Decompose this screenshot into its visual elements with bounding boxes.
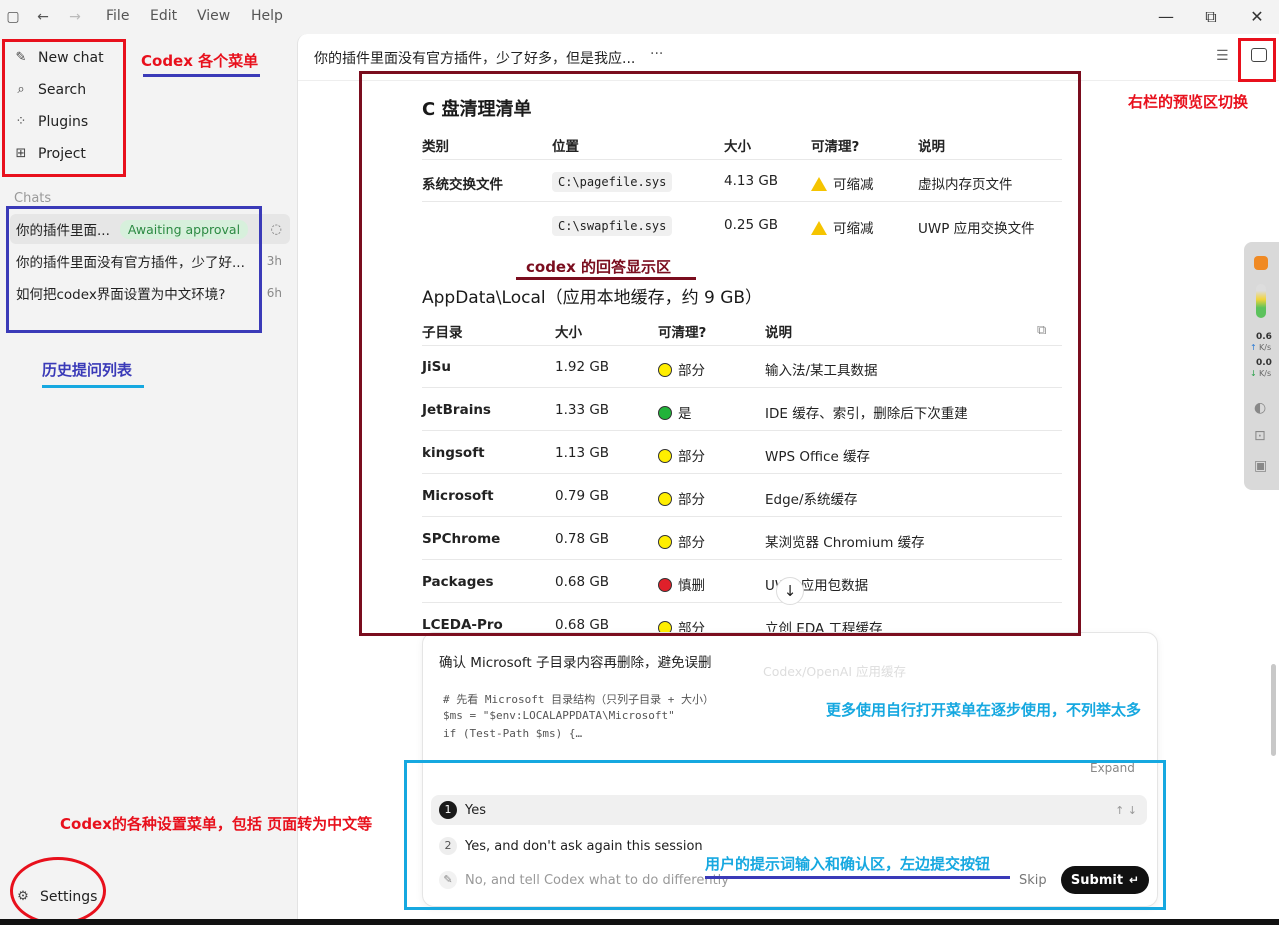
upload-arrow-icon: ↑ xyxy=(1250,343,1257,352)
annotation-menus: Codex 各个菜单 xyxy=(141,52,259,70)
menu-edit[interactable]: Edit xyxy=(150,8,177,24)
ghost-text: Codex/OpenAI 应用缓存 xyxy=(763,664,906,679)
annotation-underline xyxy=(705,876,1010,879)
screenshot-icon[interactable]: ▣ xyxy=(1254,458,1267,474)
app-icon[interactable] xyxy=(1254,256,1268,270)
annotation-settings: Codex的各种设置菜单，包括 页面转为中文等 xyxy=(60,815,373,833)
menu-help[interactable]: Help xyxy=(251,8,283,24)
chats-header: Chats xyxy=(14,191,52,206)
taskbar-edge xyxy=(0,919,1279,925)
annotation-circle-settings xyxy=(10,857,106,925)
crop-icon[interactable]: ⊡ xyxy=(1254,428,1266,444)
annotation-box-input xyxy=(404,760,1166,910)
battery-gauge-icon xyxy=(1256,284,1266,318)
widget-tool-icon[interactable]: ◐ xyxy=(1254,400,1266,416)
restore-button[interactable]: ⧉ xyxy=(1200,6,1222,28)
download-arrow-icon: ↓ xyxy=(1250,369,1257,378)
close-button[interactable]: ✕ xyxy=(1246,6,1268,28)
annotation-preview: 右栏的预览区切换 xyxy=(1128,93,1249,111)
code-line: # 先看 Microsoft 目录结构（只列子目录 + 大小） xyxy=(443,693,714,706)
loading-spinner-icon: ◌ xyxy=(270,221,282,237)
back-arrow-icon[interactable]: ← xyxy=(34,8,52,26)
upload-unit: K/s xyxy=(1259,343,1272,352)
system-monitor-widget: 0.6 ↑ K/s 0.0 ↓ K/s ◐ ⊡ ▣ xyxy=(1244,242,1279,490)
chat-title-header: 你的插件里面没有官方插件，少了好多，但是我应... xyxy=(314,51,636,67)
sidebar-toggle-icon[interactable]: ▢ xyxy=(4,8,22,26)
annotation-history: 历史提问列表 xyxy=(42,361,133,379)
code-line: $ms = "$env:LOCALAPPDATA\Microsoft" xyxy=(443,709,675,722)
annotation-answer: codex 的回答显示区 xyxy=(526,258,672,276)
menu-view[interactable]: View xyxy=(197,8,230,24)
annotation-underline xyxy=(143,74,260,77)
menu-file[interactable]: File xyxy=(106,8,129,24)
card-title: 确认 Microsoft 子目录内容再删除，避免误删 xyxy=(439,655,712,671)
annotation-underline xyxy=(42,385,144,388)
annotation-box-preview xyxy=(1238,38,1276,82)
upload-speed: 0.6 xyxy=(1256,332,1272,342)
annotation-box-history xyxy=(6,206,262,333)
annotation-more-menus: 更多使用自行打开菜单在逐步使用，不列举太多 xyxy=(826,701,1142,719)
chat-time: 6h xyxy=(266,286,282,300)
scrollbar-thumb[interactable] xyxy=(1271,664,1276,756)
more-options-button[interactable]: ··· xyxy=(650,46,663,62)
download-speed: 0.0 xyxy=(1256,358,1272,368)
forward-arrow-icon[interactable]: → xyxy=(66,8,84,26)
checklist-icon[interactable]: ☰ xyxy=(1216,48,1229,64)
annotation-box-menus xyxy=(2,39,126,177)
title-bar: ▢ ← → File Edit View Help — ⧉ ✕ xyxy=(0,0,1279,34)
annotation-box-answer xyxy=(359,71,1081,636)
minimize-button[interactable]: — xyxy=(1155,6,1177,28)
chat-time: 3h xyxy=(266,254,282,268)
annotation-input: 用户的提示词输入和确认区，左边提交按钮 xyxy=(705,855,991,873)
annotation-underline xyxy=(516,277,696,280)
download-unit: K/s xyxy=(1259,369,1272,378)
code-line: if (Test-Path $ms) {… xyxy=(443,727,583,740)
